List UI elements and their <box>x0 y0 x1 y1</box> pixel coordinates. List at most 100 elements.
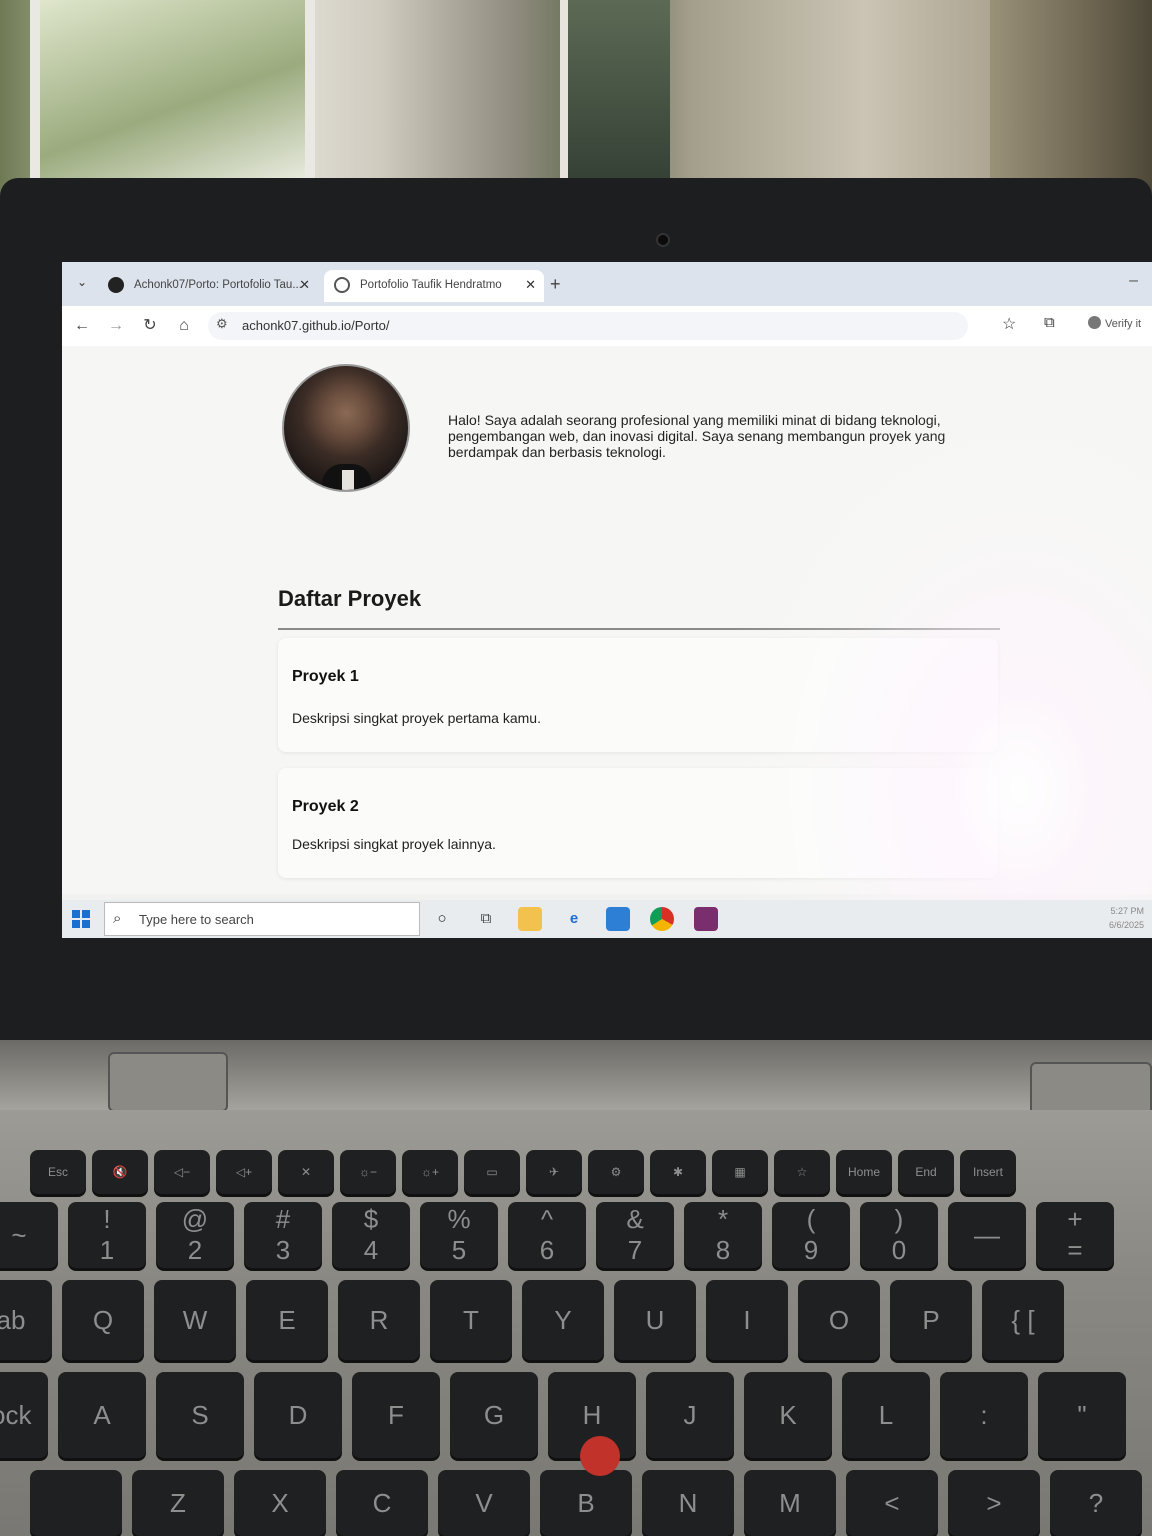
tab-github[interactable]: Achonk07/Porto: Portofolio Tau... ✕ <box>98 270 318 302</box>
keyboard-key[interactable]: Y <box>522 1280 604 1360</box>
keyboard-key[interactable]: Esc <box>30 1150 86 1194</box>
back-icon[interactable]: ← <box>70 314 94 338</box>
windows-start-icon[interactable] <box>72 910 90 928</box>
keyboard-key[interactable]: ! 1 <box>68 1202 146 1268</box>
trackpoint[interactable] <box>580 1436 620 1476</box>
keyboard-key[interactable]: < <box>846 1470 938 1536</box>
globe-icon <box>334 277 350 293</box>
tab-search-chevron-icon[interactable]: ⌄ <box>72 272 92 292</box>
forward-icon[interactable]: → <box>104 314 128 338</box>
keyboard-key[interactable]: M <box>744 1470 836 1536</box>
keyboard-key[interactable]: T <box>430 1280 512 1360</box>
keyboard-key[interactable]: 🔇 <box>92 1150 148 1194</box>
keyboard-key[interactable]: S <box>156 1372 244 1458</box>
keyboard-key[interactable]: W <box>154 1280 236 1360</box>
keyboard-key[interactable]: & 7 <box>596 1202 674 1268</box>
keyboard-key[interactable]: A <box>58 1372 146 1458</box>
keyboard-key[interactable]: O <box>798 1280 880 1360</box>
keyboard-key[interactable]: ▭ <box>464 1150 520 1194</box>
chrome-icon[interactable] <box>650 907 674 931</box>
tab-portfolio[interactable]: Portofolio Taufik Hendratmo ✕ <box>324 270 544 302</box>
github-icon <box>108 277 124 293</box>
keyboard-key[interactable]: @ 2 <box>156 1202 234 1268</box>
keyboard-key[interactable]: L <box>842 1372 930 1458</box>
keyboard-key[interactable]: I <box>706 1280 788 1360</box>
home-icon[interactable]: ⌂ <box>172 314 196 338</box>
minimize-button[interactable]: – <box>1129 272 1138 290</box>
extensions-icon[interactable]: ⧉ <box>1044 314 1055 331</box>
keyboard-key[interactable]: ☆ <box>774 1150 830 1194</box>
keyboard-key[interactable]: J <box>646 1372 734 1458</box>
windows-taskbar: ⌕ Type here to search ○ ⧉ e 5:27 PM 6/6/… <box>62 900 1152 938</box>
system-tray-clock[interactable]: 5:27 PM 6/6/2025 <box>1109 904 1144 932</box>
keyboard-key[interactable]: ▦ <box>712 1150 768 1194</box>
keyboard-key[interactable]: % 5 <box>420 1202 498 1268</box>
keyboard-key[interactable]: ⚙ <box>588 1150 644 1194</box>
keyboard-key[interactable]: P <box>890 1280 972 1360</box>
edge-icon[interactable]: e <box>562 907 586 931</box>
file-explorer-icon[interactable] <box>518 907 542 931</box>
keyboard-key[interactable]: ) 0 <box>860 1202 938 1268</box>
site-settings-icon[interactable]: ⚙ <box>216 316 228 332</box>
keyboard-key[interactable]: V <box>438 1470 530 1536</box>
keyboard-key[interactable]: — <box>948 1202 1026 1268</box>
keyboard-key[interactable]: Home <box>836 1150 892 1194</box>
keyboard-z-row: Z X C V B N M < >? <box>30 1470 1142 1536</box>
keyboard-key[interactable]: * 8 <box>684 1202 762 1268</box>
keyboard-key[interactable]: ? <box>1050 1470 1142 1536</box>
keyboard-key[interactable]: $ 4 <box>332 1202 410 1268</box>
keyboard-key[interactable]: ✈ <box>526 1150 582 1194</box>
bookmark-star-icon[interactable]: ☆ <box>1002 314 1016 334</box>
keyboard-key[interactable]: E <box>246 1280 328 1360</box>
mail-icon[interactable] <box>606 907 630 931</box>
verify-extension-button[interactable]: Verify it <box>1088 316 1141 330</box>
keyboard-key[interactable]: N <box>642 1470 734 1536</box>
project-card: Proyek 1 Deskripsi singkat proyek pertam… <box>278 638 998 752</box>
keyboard-key[interactable]: End <box>898 1150 954 1194</box>
keyboard-key[interactable]: F <box>352 1372 440 1458</box>
keyboard-key[interactable]: Q <box>62 1280 144 1360</box>
keyboard-key[interactable]: ✱ <box>650 1150 706 1194</box>
keyboard-key[interactable]: R <box>338 1280 420 1360</box>
keyboard-key[interactable]: B <box>540 1470 632 1536</box>
keyboard-key[interactable]: # 3 <box>244 1202 322 1268</box>
keyboard-key[interactable]: " <box>1038 1372 1126 1458</box>
keyboard-key[interactable]: > <box>948 1470 1040 1536</box>
close-icon[interactable]: ✕ <box>525 270 536 300</box>
cortana-icon[interactable]: ○ <box>430 907 454 931</box>
keyboard-key[interactable]: G <box>450 1372 538 1458</box>
browser-tab-bar: ⌄ Achonk07/Porto: Portofolio Tau... ✕ Po… <box>62 262 1152 306</box>
keyboard-key[interactable]: ◁+ <box>216 1150 272 1194</box>
task-view-icon[interactable]: ⧉ <box>474 907 498 931</box>
keyboard-key[interactable]: K <box>744 1372 832 1458</box>
verify-icon <box>1088 316 1101 329</box>
keyboard-key[interactable]: ^ 6 <box>508 1202 586 1268</box>
keyboard-key[interactable]: ✕ <box>278 1150 334 1194</box>
keyboard-key[interactable]: U <box>614 1280 696 1360</box>
keyboard-key[interactable]: D <box>254 1372 342 1458</box>
address-bar[interactable]: ⚙ achonk07.github.io/Porto/ <box>208 312 968 340</box>
keyboard-key[interactable] <box>30 1470 122 1536</box>
keyboard-key[interactable]: ab <box>0 1280 52 1360</box>
keyboard-key[interactable]: : <box>940 1372 1028 1458</box>
new-tab-button[interactable]: + <box>550 274 561 295</box>
keyboard-key[interactable]: ~ <box>0 1202 58 1268</box>
project-description: Deskripsi singkat proyek lainnya. <box>292 836 496 852</box>
keyboard-key[interactable]: ◁− <box>154 1150 210 1194</box>
close-icon[interactable]: ✕ <box>299 270 310 300</box>
keyboard-key[interactable]: C <box>336 1470 428 1536</box>
keyboard-key[interactable]: + = <box>1036 1202 1114 1268</box>
taskbar-search-input[interactable]: ⌕ Type here to search <box>104 902 420 936</box>
keyboard-key[interactable]: X <box>234 1470 326 1536</box>
keyboard-key[interactable]: { [ <box>982 1280 1064 1360</box>
keyboard-key[interactable]: ( 9 <box>772 1202 850 1268</box>
keyboard-key[interactable]: Insert <box>960 1150 1016 1194</box>
reload-icon[interactable]: ↻ <box>138 314 162 338</box>
intro-text: Halo! Saya adalah seorang profesional ya… <box>448 412 946 460</box>
tab-portfolio-label: Portofolio Taufik Hendratmo <box>360 279 502 291</box>
keyboard-key[interactable]: ☼+ <box>402 1150 458 1194</box>
keyboard-key[interactable]: Lock <box>0 1372 48 1458</box>
winrar-icon[interactable] <box>694 907 718 931</box>
keyboard-key[interactable]: Z <box>132 1470 224 1536</box>
keyboard-key[interactable]: ☼− <box>340 1150 396 1194</box>
